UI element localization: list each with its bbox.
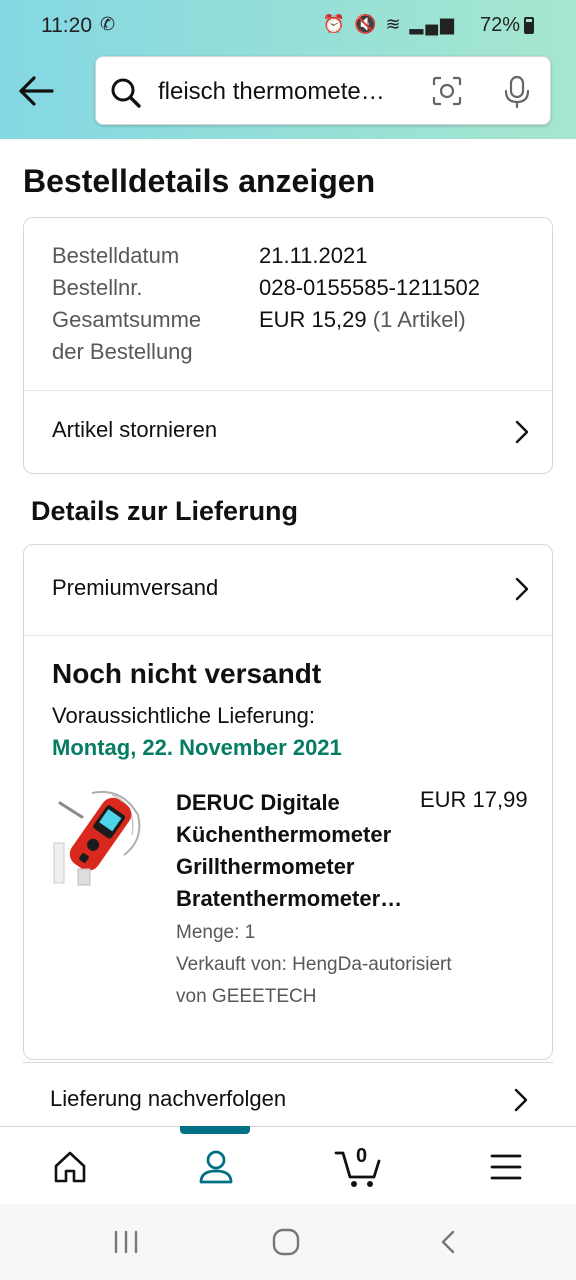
page-title: Bestelldetails anzeigen (23, 163, 376, 199)
status-time: 11:20 (41, 14, 92, 37)
search-input[interactable]: fleisch thermomete… (158, 78, 385, 106)
battery-percent: 72% (479, 14, 520, 36)
order-total-value: EUR 15,29 (1 Artikel) (259, 304, 466, 336)
order-date-label: Bestelldatum (52, 243, 180, 268)
divider (24, 635, 552, 636)
delivery-section-title: Details zur Lieferung (31, 496, 299, 526)
order-total-amount: EUR 15,29 (259, 307, 367, 332)
order-number-label: Bestellnr. (52, 275, 143, 300)
product-title-line: Bratenthermometer… (176, 886, 403, 911)
order-summary-card: Bestelldatum 21.11.2021 Bestellnr. 028-0… (23, 217, 553, 474)
system-navigation-bar (0, 1204, 576, 1280)
microphone-icon[interactable] (502, 75, 532, 109)
order-total-items: (1 Artikel) (372, 307, 466, 332)
product-price: EUR 17,99 (420, 787, 528, 812)
product-title-line: Grillthermometer (176, 854, 355, 879)
order-total-label-line1: Gesamtsumme (52, 307, 202, 332)
home-system-icon[interactable] (272, 1228, 300, 1256)
back-system-icon[interactable] (438, 1229, 458, 1255)
shipment-status: Noch nicht versandt (52, 658, 322, 689)
search-icon (111, 78, 141, 108)
shipping-method-row[interactable]: Premiumversand (24, 545, 552, 635)
home-icon[interactable] (53, 1150, 87, 1184)
shipping-method-label: Premiumversand (52, 575, 219, 600)
track-delivery-row[interactable]: Lieferung nachverfolgen (23, 1062, 553, 1126)
camera-scan-icon[interactable] (431, 75, 463, 107)
cart-count-badge: 0 (356, 1145, 368, 1167)
active-tab-indicator (180, 1126, 250, 1134)
recent-apps-icon[interactable] (112, 1230, 140, 1254)
order-number-value: 028-0155585-1211502 (259, 275, 481, 300)
track-delivery-label: Lieferung nachverfolgen (50, 1086, 287, 1111)
bottom-navigation: 0 (0, 1126, 576, 1204)
order-date-value: 21.11.2021 (259, 243, 368, 268)
status-icons: ⏰ 🔇 ≋ ▂▄▆ (322, 14, 456, 34)
cart-button[interactable]: 0 (334, 1141, 384, 1191)
chevron-right-icon (515, 577, 529, 601)
app-header: 11:20 ✆ ⏰ 🔇 ≋ ▂▄▆ 72% fleisch thermomete… (0, 0, 576, 139)
product-quantity: Menge: 1 (176, 922, 256, 943)
order-total-label-line2: der Bestellung (52, 339, 193, 364)
chevron-right-icon (514, 1088, 528, 1112)
cancel-items-label: Artikel stornieren (52, 417, 218, 442)
product-image[interactable] (52, 785, 148, 889)
search-bar[interactable]: fleisch thermomete… (95, 56, 551, 125)
menu-icon[interactable] (490, 1153, 522, 1181)
seller-line-1: Verkauft von: HengDa-autorisiert (176, 954, 452, 975)
expected-delivery-date: Montag, 22. November 2021 (52, 735, 342, 760)
chevron-right-icon (515, 420, 529, 444)
status-bar: 11:20 ✆ ⏰ 🔇 ≋ ▂▄▆ 72% (0, 0, 576, 52)
product-title[interactable]: DERUC Digitale Küchenthermometer Grillth… (176, 787, 426, 915)
account-icon[interactable] (198, 1149, 234, 1185)
delivery-card: Premiumversand Noch nicht versandt Vorau… (23, 544, 553, 1060)
product-title-line: DERUC Digitale (176, 790, 340, 815)
battery-icon (524, 17, 534, 34)
back-arrow-icon[interactable] (18, 74, 54, 108)
product-title-line: Küchenthermometer (176, 822, 392, 847)
expected-delivery-label: Voraussichtliche Lieferung: (52, 703, 315, 728)
wifi-call-icon: ✆ (100, 14, 116, 34)
seller-line-2: von GEEETECH (176, 986, 317, 1007)
cancel-items-row[interactable]: Artikel stornieren (24, 391, 552, 473)
